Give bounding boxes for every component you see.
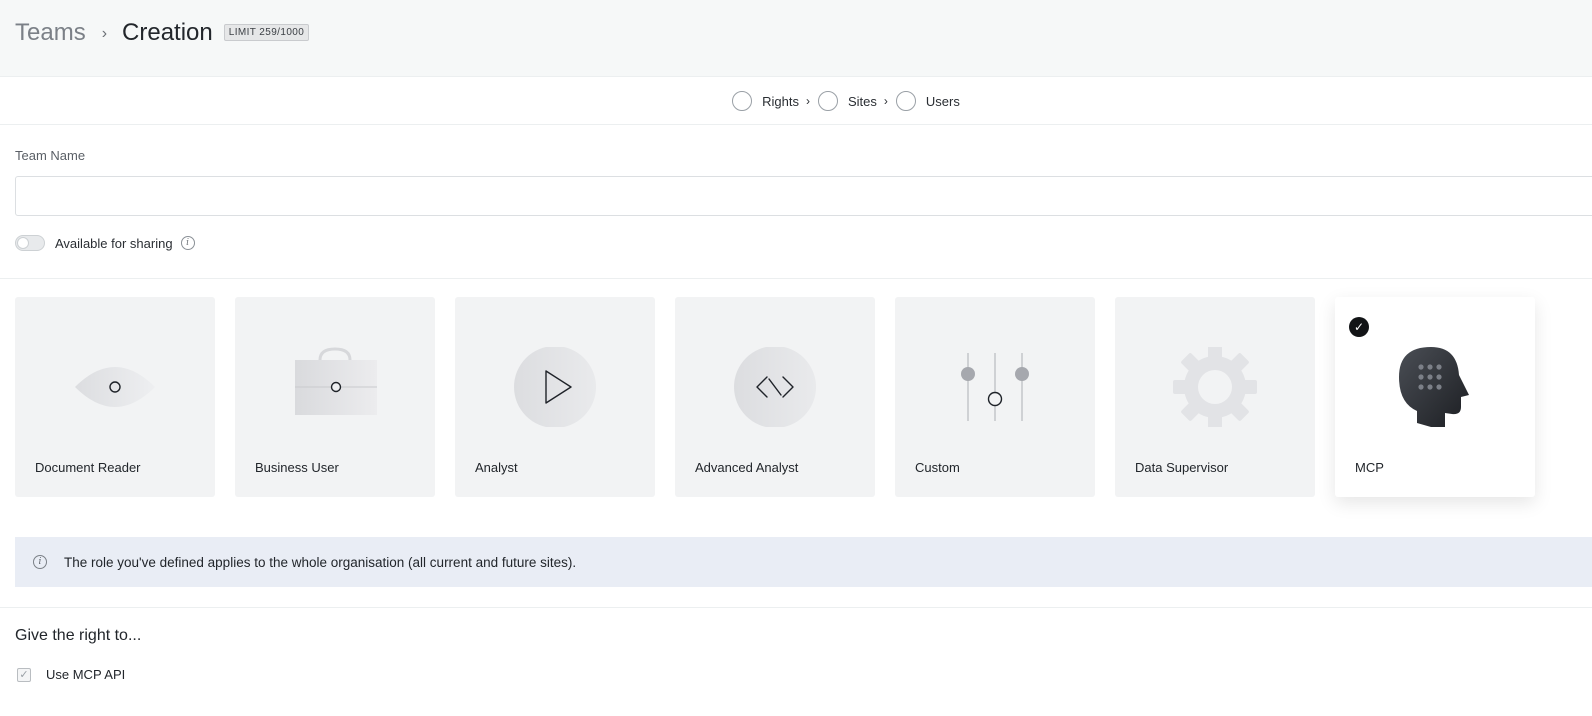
briefcase-icon	[285, 347, 385, 427]
info-icon[interactable]: i	[180, 236, 195, 250]
role-label: MCP	[1355, 460, 1384, 475]
section-divider	[0, 607, 1592, 608]
step-users[interactable]: Users	[895, 91, 960, 111]
info-banner-text: The role you've defined applies to the w…	[64, 554, 577, 570]
role-label: Document Reader	[35, 460, 141, 475]
chevron-right-icon: ›	[806, 94, 810, 108]
use-mcp-api-checkbox[interactable]: ✓	[17, 667, 31, 682]
breadcrumb-separator-icon: ›	[101, 25, 108, 42]
right-item-use-mcp-api: ✓ Use MCP API	[17, 667, 125, 682]
step-label: Sites	[848, 93, 877, 109]
gear-icon	[1165, 347, 1265, 427]
sharing-toggle[interactable]	[15, 235, 45, 251]
limit-badge: LIMIT 259/1000	[223, 23, 310, 41]
step-circle-icon	[732, 91, 753, 111]
step-circle-icon	[895, 91, 916, 111]
page-title: Creation	[122, 19, 213, 46]
step-label: Users	[925, 93, 960, 109]
step-label: Rights	[762, 93, 799, 109]
step-sites[interactable]: Sites	[818, 91, 877, 111]
sliders-icon	[945, 347, 1045, 427]
sharing-label: Available for sharing	[55, 235, 173, 251]
breadcrumb-teams-link[interactable]: Teams	[15, 19, 86, 47]
role-card-analyst[interactable]: Analyst	[455, 297, 655, 497]
role-label: Data Supervisor	[1135, 460, 1229, 475]
section-divider	[0, 278, 1592, 279]
rights-heading: Give the right to...	[15, 627, 142, 644]
role-label: Custom	[915, 460, 960, 475]
breadcrumb: Teams › Creation LIMIT 259/1000	[15, 19, 310, 47]
team-name-label: Team Name	[15, 148, 86, 163]
role-label: Business User	[255, 460, 339, 475]
head-icon	[1385, 347, 1485, 427]
role-card-custom[interactable]: Custom	[895, 297, 1095, 497]
check-icon: ✓	[1349, 317, 1369, 337]
eye-icon	[65, 347, 165, 427]
role-label: Analyst	[475, 460, 518, 475]
play-icon	[505, 347, 605, 427]
toggle-knob	[17, 237, 29, 249]
role-card-data-supervisor[interactable]: Data Supervisor	[1115, 297, 1315, 497]
code-icon	[725, 347, 825, 427]
role-cards: Document Reader Business User Analyst Ad…	[15, 297, 1555, 497]
checkbox-label: Use MCP API	[46, 667, 126, 682]
step-rights[interactable]: Rights	[732, 91, 799, 111]
team-name-input[interactable]	[15, 176, 1592, 216]
step-navigation: Rights › Sites › Users	[0, 78, 1592, 125]
chevron-right-icon: ›	[883, 94, 888, 108]
role-card-advanced-analyst[interactable]: Advanced Analyst	[675, 297, 875, 497]
page-header: Teams › Creation LIMIT 259/1000	[0, 0, 1592, 77]
info-icon: i	[33, 555, 47, 569]
sharing-row: Available for sharing i	[15, 235, 195, 251]
info-banner: i The role you've defined applies to the…	[15, 537, 1592, 587]
step-circle-icon	[818, 91, 838, 111]
role-card-mcp[interactable]: ✓ MCP	[1335, 297, 1535, 497]
role-card-document-reader[interactable]: Document Reader	[15, 297, 215, 497]
role-card-business-user[interactable]: Business User	[235, 297, 435, 497]
role-label: Advanced Analyst	[695, 460, 799, 475]
